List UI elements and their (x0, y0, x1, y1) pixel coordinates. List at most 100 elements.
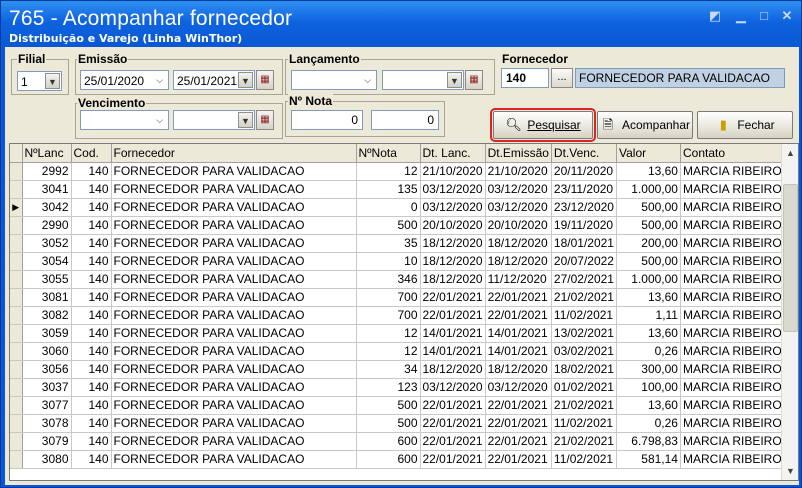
table-cell: 22/01/2021 (485, 432, 552, 451)
table-cell: 14/01/2021 (485, 342, 552, 361)
column-header[interactable]: NºLanc (22, 144, 72, 163)
filial-label: Filial (17, 52, 47, 66)
nota-to-input[interactable]: 0 (371, 110, 439, 130)
table-cell: 0 (356, 198, 421, 217)
table-cell: 140 (71, 234, 112, 253)
table-row[interactable]: 3037 140 FORNECEDOR PARA VALIDACAO 123 03/12… (10, 378, 785, 397)
close-icon[interactable]: ✕ (779, 9, 795, 23)
chevron-down-icon[interactable]: ⌵ (360, 72, 375, 88)
title-bar[interactable]: 765 - Acompanhar fornecedor Distribuição… (1, 1, 801, 47)
table-cell: 3082 (22, 306, 72, 325)
table-cell: 20/07/2022 (551, 252, 617, 271)
emissao-to-date[interactable]: 25/01/2021 ▼ (173, 70, 255, 90)
table-cell: MARCIA RIBEIRO (680, 450, 785, 469)
fornecedor-label: Fornecedor (501, 52, 570, 66)
table-cell: 11/02/2021 (551, 414, 617, 433)
minimize-icon[interactable]: ▁ (733, 9, 749, 23)
emissao-from-date[interactable]: 25/01/2020 ⌵ (80, 70, 169, 90)
table-cell: MARCIA RIBEIRO (680, 342, 785, 361)
table-row[interactable]: 2990 140 FORNECEDOR PARA VALIDACAO 500 20/10… (10, 216, 785, 235)
results-grid[interactable]: NºLanc Cod. Fornecedor NºNota Dt. Lanc. … (9, 143, 799, 481)
scroll-down-icon[interactable]: ▼ (784, 464, 797, 478)
table-cell: 200,00 (616, 234, 681, 253)
table-cell: 22/01/2021 (485, 288, 552, 307)
lancamento-to-date[interactable]: ▼ (382, 70, 464, 90)
table-cell: 3037 (22, 378, 72, 397)
vencimento-to-date[interactable]: ▼ (173, 110, 255, 130)
table-row[interactable]: 3054 140 FORNECEDOR PARA VALIDACAO 10 18/12/… (10, 252, 785, 271)
chevron-down-icon[interactable]: ▼ (238, 72, 253, 88)
chevron-down-icon[interactable]: ▼ (45, 73, 60, 89)
vertical-scrollbar[interactable]: ▲ ▼ (781, 144, 798, 480)
table-cell: 22/01/2021 (420, 306, 486, 325)
table-row[interactable]: 3080 140 FORNECEDOR PARA VALIDACAO 600 22/01… (10, 450, 785, 469)
table-row[interactable]: 3078 140 FORNECEDOR PARA VALIDACAO 500 22/01… (10, 414, 785, 433)
chevron-down-icon[interactable]: ▼ (238, 112, 253, 128)
row-indicator (10, 162, 23, 181)
pesquisar-button[interactable]: 🔍︎ Pesquisar (490, 108, 596, 142)
table-cell: 23/11/2020 (551, 180, 617, 199)
table-cell: 600 (356, 450, 421, 469)
fechar-button[interactable]: ▮ Fechar (697, 111, 793, 139)
scroll-thumb[interactable] (783, 184, 798, 332)
column-header[interactable]: Contato (680, 144, 785, 163)
maximize-icon[interactable]: □ (756, 9, 772, 23)
table-cell: FORNECEDOR PARA VALIDACAO (111, 396, 357, 415)
acompanhar-button[interactable]: 🗎 Acompanhar (597, 111, 693, 139)
table-cell: FORNECEDOR PARA VALIDACAO (111, 360, 357, 379)
calendar-icon[interactable]: ▦ (256, 70, 274, 90)
table-cell: 3059 (22, 324, 72, 343)
table-cell: 140 (71, 432, 112, 451)
nota-from-input[interactable]: 0 (291, 110, 363, 130)
column-header[interactable]: Valor (616, 144, 681, 163)
table-cell: 11/12/2020 (485, 270, 552, 289)
table-row[interactable]: 3082 140 FORNECEDOR PARA VALIDACAO 700 22/01… (10, 306, 785, 325)
table-cell: 140 (71, 414, 112, 433)
calendar-icon[interactable]: ▦ (465, 70, 483, 90)
column-header[interactable]: NºNota (356, 144, 421, 163)
table-cell: 22/01/2021 (485, 450, 552, 469)
scroll-up-icon[interactable]: ▲ (784, 146, 797, 160)
table-row[interactable]: 3056 140 FORNECEDOR PARA VALIDACAO 34 18/12/… (10, 360, 785, 379)
fornecedor-browse-button[interactable]: ... (551, 68, 573, 88)
filial-select[interactable]: 1 ▼ (17, 71, 62, 91)
table-cell: MARCIA RIBEIRO (680, 324, 785, 343)
table-row[interactable]: 3081 140 FORNECEDOR PARA VALIDACAO 700 22/01… (10, 288, 785, 307)
column-header[interactable]: Fornecedor (111, 144, 357, 163)
table-cell: 27/02/2021 (551, 270, 617, 289)
table-row[interactable]: 3041 140 FORNECEDOR PARA VALIDACAO 135 03/12… (10, 180, 785, 199)
column-header[interactable]: Dt. Lanc. (420, 144, 486, 163)
column-header[interactable]: Cod. (71, 144, 112, 163)
row-indicator (10, 270, 23, 289)
table-cell: 21/10/2020 (485, 162, 552, 181)
vencimento-from-date[interactable]: ⌵ (80, 110, 169, 130)
table-row[interactable]: 3060 140 FORNECEDOR PARA VALIDACAO 12 14/01/… (10, 342, 785, 361)
table-row[interactable]: 3077 140 FORNECEDOR PARA VALIDACAO 500 22/01… (10, 396, 785, 415)
chevron-down-icon[interactable]: ⌵ (152, 72, 167, 88)
table-cell: 346 (356, 270, 421, 289)
table-row[interactable]: 3052 140 FORNECEDOR PARA VALIDACAO 35 18/12/… (10, 234, 785, 253)
table-row[interactable]: 2992 140 FORNECEDOR PARA VALIDACAO 12 21/10/… (10, 162, 785, 181)
column-header[interactable]: Dt.Venc. (551, 144, 617, 163)
table-row[interactable]: ▶ 3042 140 FORNECEDOR PARA VALIDACAO 0 03/12/… (10, 198, 785, 217)
table-row[interactable]: 3079 140 FORNECEDOR PARA VALIDACAO 600 22/01… (10, 432, 785, 451)
fornecedor-code-input[interactable]: 140 (501, 68, 549, 88)
table-row[interactable]: 3059 140 FORNECEDOR PARA VALIDACAO 12 14/01/… (10, 324, 785, 343)
restore-icon[interactable]: ◩ (707, 9, 723, 23)
chevron-down-icon[interactable]: ⌵ (152, 112, 167, 128)
chevron-down-icon[interactable]: ▼ (447, 72, 462, 88)
vencimento-label: Vencimento (77, 96, 147, 110)
results-table: NºLanc Cod. Fornecedor NºNota Dt. Lanc. … (10, 144, 785, 469)
table-row[interactable]: 3055 140 FORNECEDOR PARA VALIDACAO 346 18/12… (10, 270, 785, 289)
lancamento-from-date[interactable]: ⌵ (291, 70, 377, 90)
table-cell: 22/01/2021 (485, 414, 552, 433)
table-cell: 22/01/2021 (420, 432, 486, 451)
table-cell: 140 (71, 324, 112, 343)
emissao-label: Emissão (77, 52, 129, 66)
table-cell: 03/12/2020 (420, 180, 486, 199)
calendar-icon[interactable]: ▦ (256, 110, 274, 130)
table-cell: 500,00 (616, 252, 681, 271)
table-cell: 14/01/2021 (420, 324, 486, 343)
column-header[interactable]: Dt.Emissão (485, 144, 552, 163)
row-indicator (10, 324, 23, 343)
